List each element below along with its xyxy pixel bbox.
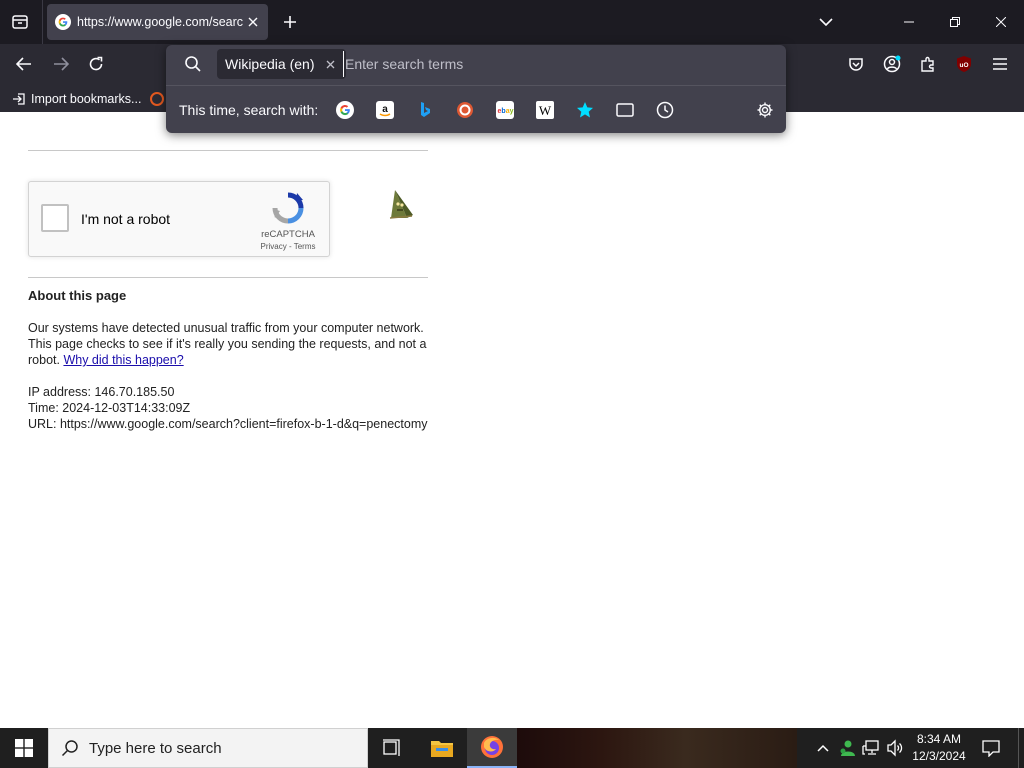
volume-icon[interactable]: [886, 739, 904, 757]
tab-strip: https://www.google.com/search?client=fir…: [0, 0, 1024, 44]
panel-divider: [166, 85, 786, 86]
search-settings-gear-icon[interactable]: [755, 100, 775, 120]
search-icon: [61, 740, 78, 757]
bookmarks-star-icon[interactable]: [575, 100, 595, 120]
extensions-puzzle-icon[interactable]: [916, 52, 940, 76]
google-favicon-icon: [55, 14, 71, 30]
url-line: URL: https://www.google.com/search?clien…: [28, 417, 428, 431]
taskbar-background-art: [517, 728, 797, 768]
minimize-window-icon[interactable]: [886, 0, 932, 44]
captcha-label: I'm not a robot: [81, 211, 171, 227]
list-all-tabs-chevron-icon[interactable]: [814, 12, 838, 32]
divider: [28, 150, 428, 151]
why-did-this-happen-link[interactable]: Why did this happen?: [63, 353, 183, 367]
notifications-icon[interactable]: [978, 736, 1004, 760]
recaptcha-widget: I'm not a robot reCAPTCHA Privacy - Term…: [28, 181, 330, 257]
time-line: Time: 2024-12-03T14:33:09Z: [28, 401, 191, 415]
search-icon: [184, 55, 202, 73]
svg-text:a: a: [382, 104, 388, 115]
account-icon[interactable]: [880, 52, 904, 76]
tabs-icon[interactable]: [615, 100, 635, 120]
firefox-view-icon[interactable]: [6, 8, 34, 36]
ublock-origin-icon[interactable]: uO: [952, 52, 976, 76]
people-icon[interactable]: [838, 739, 856, 757]
google-engine-icon[interactable]: [335, 100, 355, 120]
import-bookmarks-label: Import bookmarks...: [31, 92, 142, 106]
urlbar-search-panel: Wikipedia (en) This time, search with: a…: [166, 45, 786, 133]
close-window-icon[interactable]: [978, 0, 1024, 44]
network-icon[interactable]: [862, 739, 880, 757]
remove-engine-close-icon[interactable]: [324, 58, 336, 70]
recaptcha-links: Privacy - Terms: [251, 242, 325, 251]
back-arrow-icon[interactable]: [12, 52, 36, 76]
tab-separator: [42, 0, 43, 44]
svg-text:uO: uO: [959, 62, 968, 69]
show-desktop-button[interactable]: [1018, 728, 1024, 768]
links-separator: -: [286, 242, 294, 251]
bing-engine-icon[interactable]: [415, 100, 435, 120]
new-tab-plus-icon[interactable]: [278, 10, 302, 34]
bookmark-favicon-icon[interactable]: [150, 92, 164, 106]
close-tab-icon[interactable]: [244, 13, 262, 31]
search-engine-chip[interactable]: Wikipedia (en): [217, 49, 347, 79]
windows-taskbar: Type here to search 8:34 AM 12/3/2024: [0, 728, 1024, 768]
clock-date: 12/3/2024: [912, 749, 966, 763]
ebay-engine-icon[interactable]: ebay: [495, 100, 515, 120]
search-input[interactable]: [343, 51, 763, 77]
search-engine-chip-label: Wikipedia (en): [225, 56, 315, 72]
pocket-icon[interactable]: [844, 52, 868, 76]
reload-icon[interactable]: [84, 52, 108, 76]
restore-window-icon[interactable]: [932, 0, 978, 44]
amazon-engine-icon[interactable]: a: [375, 100, 395, 120]
history-clock-icon[interactable]: [655, 100, 675, 120]
task-view-icon[interactable]: [368, 728, 416, 768]
divider: [28, 277, 428, 278]
search-with-label: This time, search with:: [179, 102, 319, 118]
active-tab[interactable]: https://www.google.com/search?client=fir…: [47, 4, 268, 40]
sorry-robot-image: [387, 188, 415, 222]
duckduckgo-engine-icon[interactable]: [455, 100, 475, 120]
privacy-link[interactable]: Privacy: [261, 242, 287, 251]
page-content: I'm not a robot reCAPTCHA Privacy - Term…: [0, 112, 1024, 728]
taskbar-search-placeholder: Type here to search: [89, 739, 222, 757]
svg-text:ebay: ebay: [498, 108, 514, 115]
tab-title: https://www.google.com/search?client=fir…: [77, 15, 243, 29]
forward-arrow-icon[interactable]: [49, 52, 73, 76]
windows-start-icon[interactable]: [0, 728, 48, 768]
firefox-taskbar-icon[interactable]: [467, 728, 517, 768]
recaptcha-logo-icon: [272, 192, 304, 224]
taskbar-search-box[interactable]: Type here to search: [48, 728, 368, 768]
wikipedia-engine-icon[interactable]: W: [535, 100, 555, 120]
import-bookmarks-button[interactable]: Import bookmarks...: [12, 90, 141, 108]
file-explorer-icon[interactable]: [418, 728, 466, 768]
show-hidden-icons-chevron-icon[interactable]: [815, 740, 831, 756]
svg-text:W: W: [539, 103, 552, 118]
import-icon: [13, 93, 25, 105]
captcha-checkbox[interactable]: [41, 204, 69, 232]
hamburger-menu-icon[interactable]: [988, 52, 1012, 76]
ip-address-line: IP address: 146.70.185.50: [28, 385, 175, 399]
about-page-heading: About this page: [28, 288, 127, 303]
clock[interactable]: 8:34 AM 12/3/2024: [908, 731, 970, 765]
request-info: IP address: 146.70.185.50 Time: 2024-12-…: [28, 384, 430, 432]
about-page-text: Our systems have detected unusual traffi…: [28, 320, 430, 368]
terms-link[interactable]: Terms: [294, 242, 316, 251]
clock-time: 8:34 AM: [916, 732, 962, 746]
recaptcha-brand: reCAPTCHA: [261, 229, 315, 240]
